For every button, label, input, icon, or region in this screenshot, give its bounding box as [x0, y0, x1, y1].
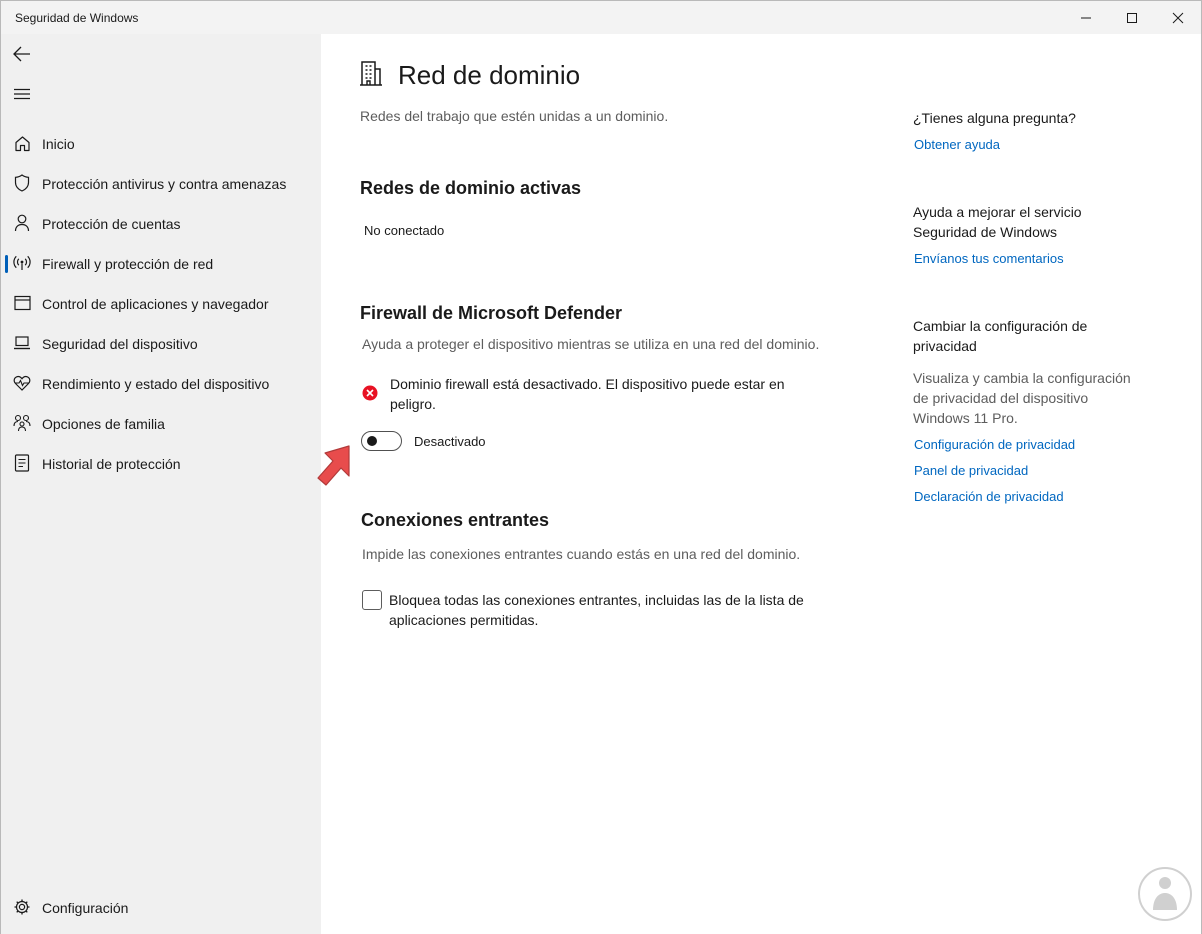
send-feedback-link[interactable]: Envíanos tus comentarios [914, 251, 1064, 266]
incoming-connections-heading: Conexiones entrantes [361, 510, 550, 530]
firewall-warning-line2: peligro. [390, 396, 436, 412]
maximize-button[interactable] [1109, 1, 1155, 34]
sidebar-item-performance[interactable]: Rendimiento y estado del dispositivo [1, 365, 321, 401]
history-icon [13, 454, 31, 472]
heart-pulse-icon [13, 374, 31, 392]
sidebar-item-firewall[interactable]: Firewall y protección de red [1, 245, 321, 281]
sidebar-item-settings[interactable]: Configuración [1, 889, 321, 925]
privacy-dashboard-link[interactable]: Panel de privacidad [914, 463, 1028, 478]
minimize-icon [1081, 17, 1091, 18]
question-heading: ¿Tienes alguna pregunta? [913, 110, 1076, 126]
family-icon [13, 414, 31, 432]
antenna-icon [13, 254, 31, 272]
back-button[interactable] [11, 43, 33, 65]
firewall-description: Ayuda a proteger el dispositivo mientras… [362, 336, 820, 352]
sidebar-item-label: Control de aplicaciones y navegador [42, 296, 269, 312]
improve-heading-line1: Ayuda a mejorar el servicio [913, 204, 1082, 220]
sidebar-item-label: Inicio [42, 136, 75, 152]
back-arrow-icon [13, 46, 30, 62]
gear-icon [13, 898, 31, 916]
sidebar-item-label: Configuración [42, 900, 129, 916]
privacy-description-line2: de privacidad del dispositivo [913, 390, 1089, 406]
shield-icon [13, 174, 31, 192]
firewall-toggle-label: Desactivado [414, 434, 486, 449]
close-icon [1172, 12, 1184, 23]
red-pointer-arrow-icon [317, 445, 350, 486]
close-button[interactable] [1155, 1, 1201, 34]
sidebar-item-label: Firewall y protección de red [42, 256, 214, 272]
block-incoming-label-line1: Bloquea todas las conexiones entrantes, … [389, 592, 804, 608]
privacy-description-line3: Windows 11 Pro. [913, 410, 1018, 426]
home-icon [13, 134, 31, 152]
get-help-link[interactable]: Obtener ayuda [914, 137, 1000, 152]
sidebar: Inicio Protección antivirus y contra ame… [1, 34, 321, 934]
maximize-icon [1127, 12, 1137, 23]
active-network-value: No conectado [364, 223, 445, 238]
sidebar-item-label: Opciones de familia [42, 416, 165, 432]
hamburger-menu-button[interactable] [11, 83, 33, 105]
error-icon [362, 385, 378, 401]
sidebar-item-label: Protección antivirus y contra amenazas [42, 176, 287, 192]
improve-heading-line2: Seguridad de Windows [913, 224, 1057, 240]
privacy-settings-link[interactable]: Configuración de privacidad [914, 437, 1075, 452]
sidebar-item-inicio[interactable]: Inicio [1, 125, 321, 161]
sidebar-item-device-security[interactable]: Seguridad del dispositivo [1, 325, 321, 361]
privacy-heading-line2: privacidad [913, 338, 977, 354]
watermark-logo [1138, 867, 1192, 921]
sidebar-item-label: Rendimiento y estado del dispositivo [42, 376, 270, 392]
firewall-warning-line1: Dominio firewall está desactivado. El di… [390, 376, 785, 392]
active-indicator [5, 255, 8, 273]
privacy-description-line1: Visualiza y cambia la configuración [913, 370, 1131, 386]
privacy-heading-line1: Cambiar la configuración de [913, 318, 1088, 334]
incoming-connections-description: Impide las conexiones entrantes cuando e… [362, 546, 801, 562]
main-content: Red de dominio Redes del trabajo que est… [317, 34, 1201, 934]
window-title: Seguridad de Windows [15, 11, 139, 25]
sidebar-item-antivirus[interactable]: Protección antivirus y contra amenazas [1, 165, 321, 201]
page-subtitle: Redes del trabajo que estén unidas a un … [360, 108, 669, 124]
building-icon [360, 61, 382, 86]
sidebar-item-family[interactable]: Opciones de familia [1, 405, 321, 441]
app-browser-icon [13, 294, 31, 312]
title-bar: Seguridad de Windows [1, 1, 1201, 34]
block-incoming-checkbox[interactable] [362, 590, 382, 610]
minimize-button[interactable] [1063, 1, 1109, 34]
privacy-statement-link[interactable]: Declaración de privacidad [914, 489, 1064, 504]
laptop-icon [13, 334, 31, 352]
sidebar-item-label: Protección de cuentas [42, 216, 181, 232]
sidebar-item-history[interactable]: Historial de protección [1, 445, 321, 481]
firewall-heading: Firewall de Microsoft Defender [360, 303, 623, 323]
sidebar-item-apps[interactable]: Control de aplicaciones y navegador [1, 285, 321, 321]
person-icon [13, 214, 31, 232]
page-title: Red de dominio [398, 60, 581, 90]
sidebar-item-label: Historial de protección [42, 456, 181, 472]
block-incoming-label-line2: aplicaciones permitidas. [389, 612, 539, 628]
sidebar-item-label: Seguridad del dispositivo [42, 336, 198, 352]
app-window: Seguridad de Windows Inicio Protección a… [0, 0, 1202, 934]
sidebar-item-cuentas[interactable]: Protección de cuentas [1, 205, 321, 241]
hamburger-icon [14, 88, 30, 100]
active-networks-heading: Redes de dominio activas [360, 178, 582, 198]
